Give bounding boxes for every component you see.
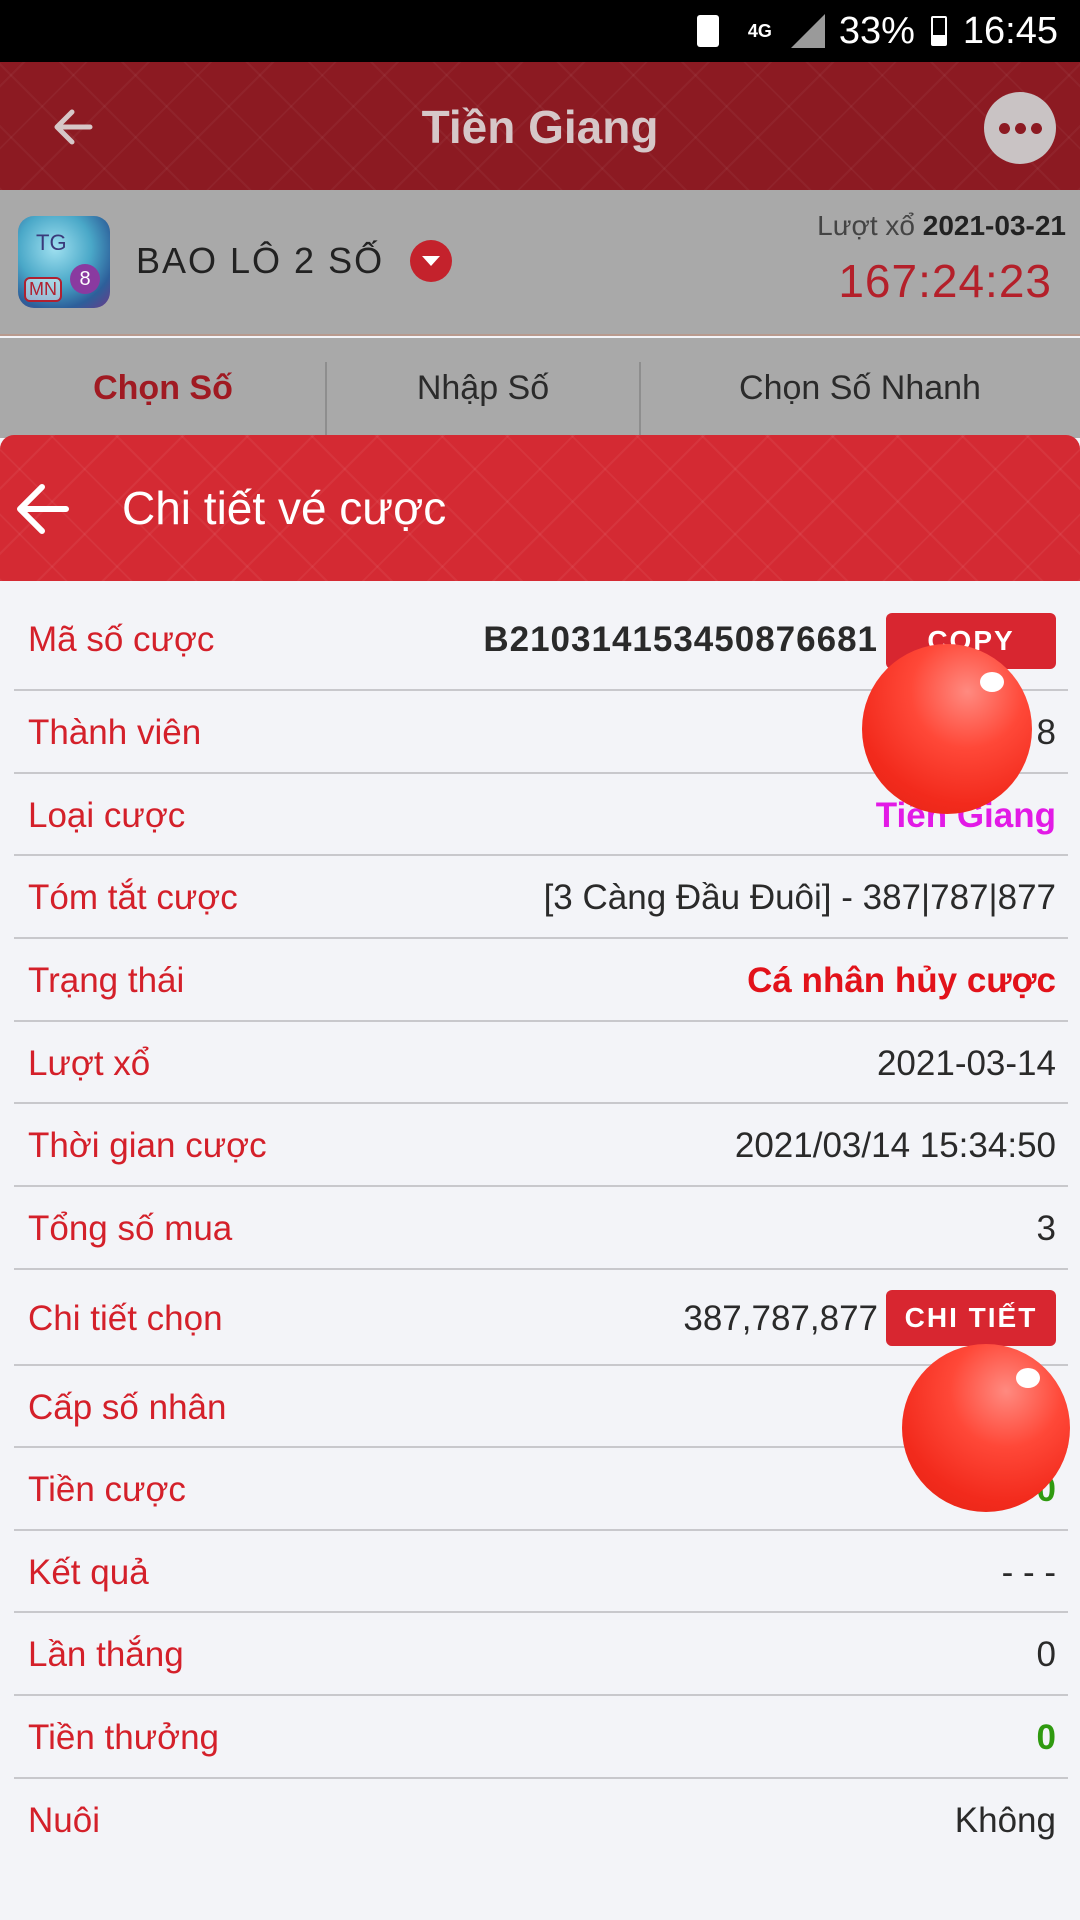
wins-value: 0 [1036, 1635, 1056, 1674]
detail-row-trang-thai: Trạng thái Cá nhân hủy cược [14, 939, 1068, 1022]
more-menu-button[interactable] [984, 92, 1056, 164]
detail-label: Tiền cược [28, 1470, 186, 1509]
bet-summary-value: [3 Càng Đầu Đuôi] - 387|787|877 [543, 878, 1056, 917]
bet-code-value: B210314153450876681 [483, 620, 878, 659]
detail-row-lan-thang: Lần thắng 0 [14, 1613, 1068, 1696]
game-type-name[interactable]: BAO LÔ 2 SỐ [136, 240, 384, 282]
detail-label: Tiền thưởng [28, 1718, 220, 1757]
prize-value: 0 [1036, 1718, 1056, 1757]
detail-row-chi-tiet-chon: Chi tiết chọn 387,787,877 CHI TIẾT [14, 1270, 1068, 1366]
detail-label: Tóm tắt cược [28, 878, 238, 917]
tab-divider [325, 362, 327, 438]
status-value: Cá nhân hủy cược [747, 961, 1056, 1000]
detail-label: Mã số cược [28, 620, 215, 659]
network-type: 4G [747, 21, 772, 41]
panel-title: Chi tiết vé cược [122, 482, 447, 534]
ball-shine [980, 672, 1004, 692]
tab-nhap-so[interactable]: Nhập Số [326, 338, 640, 438]
tab-bar: Chọn Số Nhập Số Chọn Số Nhanh [0, 338, 1080, 438]
detail-label: Cấp số nhân [28, 1388, 227, 1427]
detail-row-luot-xo: Lượt xổ 2021-03-14 [14, 1022, 1068, 1104]
draw-date-value: 2021-03-14 [876, 1044, 1056, 1083]
detail-label: Tổng số mua [28, 1209, 233, 1248]
arrow-left-icon[interactable] [12, 481, 72, 537]
detail-label: Thời gian cược [28, 1126, 267, 1165]
detail-button[interactable]: CHI TIẾT [886, 1290, 1056, 1346]
tab-chon-so-nhanh[interactable]: Chọn Số Nhanh [640, 338, 1080, 438]
tab-chon-so[interactable]: Chọn Số [0, 338, 326, 438]
detail-label: Chi tiết chọn [28, 1299, 223, 1338]
detail-row-thoi-gian: Thời gian cược 2021/03/14 15:34:50 [14, 1104, 1068, 1187]
detail-row-nuoi: Nuôi Không [14, 1779, 1068, 1861]
game-selector-row: TG 8 MN BAO LÔ 2 SỐ Lượt xổ 2021-03-21 1… [0, 190, 1080, 336]
detail-label: Kết quả [28, 1553, 149, 1592]
bet-detail-header: Chi tiết vé cược [0, 435, 1080, 581]
detail-row-tom-tat: Tóm tắt cược [3 Càng Đầu Đuôi] - 387|787… [14, 856, 1068, 939]
battery-percent: 33% [838, 9, 915, 52]
battery-saver-icon [696, 15, 719, 47]
detail-row-tien-thuong: Tiền thưởng 0 [14, 1696, 1068, 1779]
app-header: Tiền Giang [0, 62, 1080, 190]
draw-info: Lượt xổ 2021-03-21 [817, 210, 1066, 242]
detail-label: Loại cược [28, 796, 186, 835]
status-bar: 4G 33% 16:45 [0, 0, 1080, 62]
draw-date: 2021-03-21 [922, 210, 1066, 241]
page-title: Tiền Giang [421, 101, 659, 153]
floating-ball-button[interactable] [862, 644, 1032, 814]
floating-ball-button[interactable] [902, 1344, 1070, 1512]
draw-label: Lượt xổ [817, 210, 915, 241]
detail-label: Lần thắng [28, 1635, 184, 1674]
signal-icon [790, 14, 825, 48]
detail-label: Thành viên [28, 713, 202, 752]
selection-value: 387,787,877 [683, 1299, 878, 1338]
ball-shine [1016, 1368, 1040, 1388]
tab-divider [639, 362, 641, 438]
game-logo: TG 8 MN [18, 216, 110, 308]
clock: 16:45 [962, 9, 1058, 52]
chevron-down-icon[interactable] [410, 240, 452, 282]
countdown-timer: 167:24:23 [838, 255, 1052, 307]
result-value: - - - [1001, 1553, 1056, 1592]
detail-row-tong-so-mua: Tổng số mua 3 [14, 1187, 1068, 1270]
bet-time-value: 2021/03/14 15:34:50 [734, 1126, 1056, 1165]
more-dots-icon [998, 122, 1010, 134]
battery-icon [930, 16, 947, 46]
detail-label: Lượt xổ [28, 1044, 151, 1083]
detail-label: Nuôi [28, 1801, 100, 1840]
nuoi-value: Không [954, 1801, 1056, 1840]
total-count-value: 3 [1036, 1209, 1056, 1248]
detail-row-ket-qua: Kết quả - - - [14, 1531, 1068, 1613]
detail-label: Trạng thái [28, 961, 185, 1000]
